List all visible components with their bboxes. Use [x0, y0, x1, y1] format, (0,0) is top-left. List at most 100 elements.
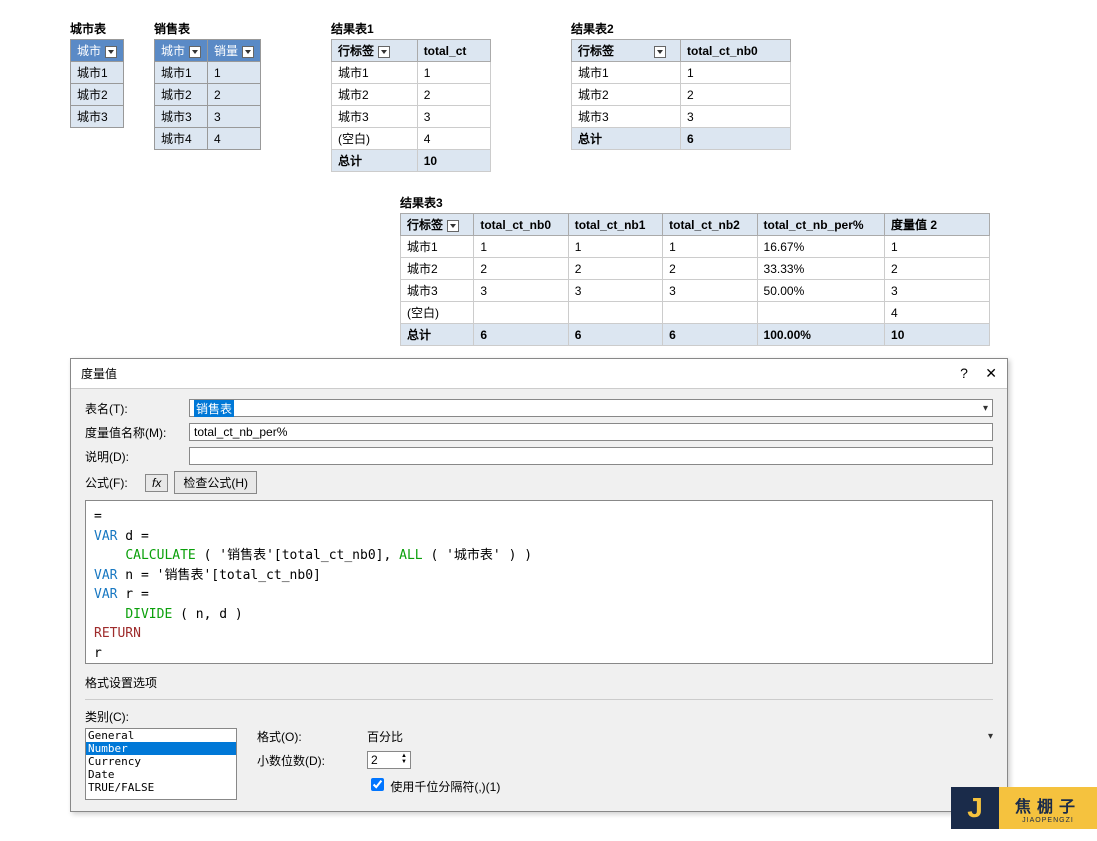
table-row[interactable]: 4 [208, 128, 261, 150]
dropdown-icon[interactable] [242, 46, 254, 58]
table-row[interactable]: 1 [663, 236, 757, 258]
description-input[interactable] [189, 447, 993, 465]
pivot-col[interactable]: total_ct_nb1 [568, 214, 662, 236]
dropdown-icon[interactable] [654, 46, 666, 58]
table-row[interactable]: 城市1 [332, 62, 418, 84]
spinner-down-icon[interactable]: ▼ [401, 759, 407, 765]
table-row[interactable]: 城市2 [71, 84, 124, 106]
table-row[interactable]: 城市2 [332, 84, 418, 106]
table-row[interactable]: 3 [208, 106, 261, 128]
table-row[interactable]: 3 [474, 280, 568, 302]
pivot-col[interactable]: total_ct [417, 40, 490, 62]
format-label: 格式(O): [257, 728, 367, 745]
table-row[interactable]: 城市3 [572, 106, 681, 128]
city-table-title: 城市表 [70, 20, 124, 37]
table-row[interactable] [568, 302, 662, 324]
table-row[interactable]: 1 [681, 62, 791, 84]
table-row[interactable]: 33.33% [757, 258, 885, 280]
table-row[interactable]: 1 [885, 236, 990, 258]
table-row[interactable]: 3 [885, 280, 990, 302]
city-header[interactable]: 城市 [71, 40, 124, 62]
formula-label: 公式(F): [85, 474, 145, 491]
sales-header-city[interactable]: 城市 [155, 40, 208, 62]
check-formula-button[interactable]: 检查公式(H) [174, 471, 257, 494]
table-row[interactable] [474, 302, 568, 324]
table-row[interactable]: 1 [208, 62, 261, 84]
table-row[interactable]: 城市3 [332, 106, 418, 128]
table-row[interactable]: 4 [885, 302, 990, 324]
table-row[interactable]: (空白) [332, 128, 418, 150]
table-row[interactable]: 4 [417, 128, 490, 150]
table-row[interactable]: 2 [474, 258, 568, 280]
table-name-select[interactable]: 销售表 ▾ [189, 399, 993, 417]
sales-table-block: 销售表 城市 销量 城市11 城市22 城市33 城市44 [154, 20, 261, 150]
result2-title: 结果表2 [571, 20, 791, 37]
table-row[interactable]: 3 [663, 280, 757, 302]
fx-button[interactable]: fx [145, 474, 168, 492]
brand-en: JIAOPENGZI [1022, 817, 1074, 824]
pivot-col[interactable]: total_ct_nb_per% [757, 214, 885, 236]
list-item[interactable]: General [86, 729, 236, 742]
thousand-sep-input[interactable] [371, 778, 384, 791]
dropdown-icon[interactable] [378, 46, 390, 58]
result1-title: 结果表1 [331, 20, 491, 37]
measure-name-label: 度量值名称(M): [85, 424, 189, 441]
pivot-col[interactable]: 度量值 2 [885, 214, 990, 236]
table-row[interactable]: 3 [681, 106, 791, 128]
table-row[interactable]: 2 [885, 258, 990, 280]
table-row[interactable]: 50.00% [757, 280, 885, 302]
table-row[interactable] [757, 302, 885, 324]
list-item[interactable]: TRUE/FALSE [86, 781, 236, 794]
dropdown-icon[interactable] [447, 220, 459, 232]
decimal-spinner[interactable]: 2 ▲▼ [367, 751, 411, 769]
table-row[interactable]: 城市3 [71, 106, 124, 128]
table-row[interactable]: 1 [474, 236, 568, 258]
category-listbox[interactable]: General Number Currency Date TRUE/FALSE [85, 728, 237, 800]
help-button[interactable]: ? [960, 365, 968, 381]
city-table-block: 城市表 城市 城市1 城市2 城市3 [70, 20, 124, 128]
table-row[interactable]: 2 [208, 84, 261, 106]
table-row[interactable]: 2 [568, 258, 662, 280]
table-row[interactable]: 3 [568, 280, 662, 302]
table-row[interactable]: 城市1 [155, 62, 208, 84]
table-row[interactable]: 城市2 [155, 84, 208, 106]
pivot-rowlabel[interactable]: 行标签 [401, 214, 474, 236]
table-row[interactable]: 城市3 [155, 106, 208, 128]
table-row[interactable]: 1 [417, 62, 490, 84]
sales-header-qty[interactable]: 销量 [208, 40, 261, 62]
measure-name-input[interactable] [189, 423, 993, 441]
pivot-rowlabel[interactable]: 行标签 [332, 40, 418, 62]
table-row[interactable]: 2 [417, 84, 490, 106]
pivot-rowlabel[interactable]: 行标签 [572, 40, 681, 62]
dropdown-icon[interactable] [189, 46, 201, 58]
list-item[interactable]: Number [86, 742, 236, 755]
formula-editor[interactable]: = VAR d = CALCULATE ( '销售表'[total_ct_nb0… [85, 500, 993, 664]
pivot-col[interactable]: total_ct_nb2 [663, 214, 757, 236]
table-row[interactable] [663, 302, 757, 324]
table-row[interactable]: 城市2 [401, 258, 474, 280]
table-row[interactable]: 3 [417, 106, 490, 128]
table-row[interactable]: 城市4 [155, 128, 208, 150]
table-row[interactable]: 16.67% [757, 236, 885, 258]
total-value: 6 [681, 128, 791, 150]
table-row[interactable]: 2 [663, 258, 757, 280]
dropdown-icon[interactable] [105, 46, 117, 58]
chevron-down-icon: ▾ [988, 731, 993, 742]
thousand-separator-checkbox[interactable]: 使用千位分隔符(,)(1) [367, 775, 500, 795]
close-button[interactable]: ✕ [985, 365, 997, 381]
result3-block: 结果表3 行标签 total_ct_nb0 total_ct_nb1 total… [400, 194, 1097, 346]
list-item[interactable]: Date [86, 768, 236, 781]
pivot-col[interactable]: total_ct_nb0 [474, 214, 568, 236]
table-row[interactable]: 城市1 [71, 62, 124, 84]
format-section-header: 格式设置选项 [85, 674, 993, 691]
table-row[interactable]: 2 [681, 84, 791, 106]
table-row[interactable]: 1 [568, 236, 662, 258]
table-row[interactable]: 城市2 [572, 84, 681, 106]
table-row[interactable]: (空白) [401, 302, 474, 324]
table-row[interactable]: 城市3 [401, 280, 474, 302]
list-item[interactable]: Currency [86, 755, 236, 768]
format-select[interactable]: 百分比 ▾ [367, 728, 993, 745]
pivot-col[interactable]: total_ct_nb0 [681, 40, 791, 62]
table-row[interactable]: 城市1 [401, 236, 474, 258]
table-row[interactable]: 城市1 [572, 62, 681, 84]
